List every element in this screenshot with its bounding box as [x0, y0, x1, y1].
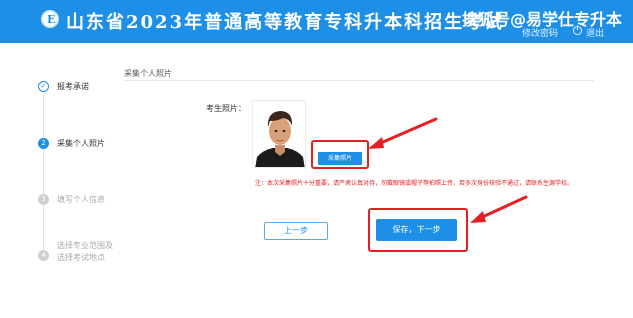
change-password-link[interactable]: 修改密码 — [522, 26, 558, 39]
logout-link[interactable]: 退出 — [586, 26, 604, 39]
annotation-arrow-icon — [368, 117, 438, 149]
steps-connector-line — [43, 94, 44, 258]
step-label: 报考承诺 — [57, 82, 89, 91]
step-number: 4 — [38, 250, 49, 261]
section-title: 采集个人照片 — [124, 69, 172, 78]
step-label: 选择专业范围及选择考试地点 — [57, 241, 113, 262]
photo-label: 考生照片： — [206, 104, 246, 113]
annotation-arrow-icon — [470, 195, 528, 223]
capture-photo-button[interactable]: 采集照片 — [318, 152, 362, 165]
photo-notice: 注：本次采集照片十分重要，请严肃认真对待，勿戴眼镜或帽子等拍照上传，若多次身份核… — [255, 180, 574, 187]
logo-char: E — [47, 13, 56, 26]
power-icon[interactable] — [573, 25, 582, 35]
step-number: 3 — [38, 194, 49, 205]
prev-step-button[interactable]: 上一步 — [264, 222, 328, 240]
candidate-photo — [252, 100, 306, 168]
portrait-image — [253, 101, 305, 167]
save-next-button[interactable]: 保存，下一步 — [376, 219, 457, 241]
section-divider — [124, 80, 594, 81]
top-header-bar: E 山东省2023年普通高等教育专科升本科招生考试 搜狐号@易学仕专升本 修改密… — [0, 0, 633, 43]
step-label: 采集个人照片 — [57, 139, 105, 148]
step-number: 2 — [38, 138, 49, 149]
step-label: 填写个人信息 — [57, 195, 105, 204]
exam-logo-icon: E — [41, 10, 59, 28]
site-title: 山东省2023年普通高等教育专科升本科招生考试 — [66, 12, 505, 33]
check-icon: ✓ — [38, 81, 49, 92]
